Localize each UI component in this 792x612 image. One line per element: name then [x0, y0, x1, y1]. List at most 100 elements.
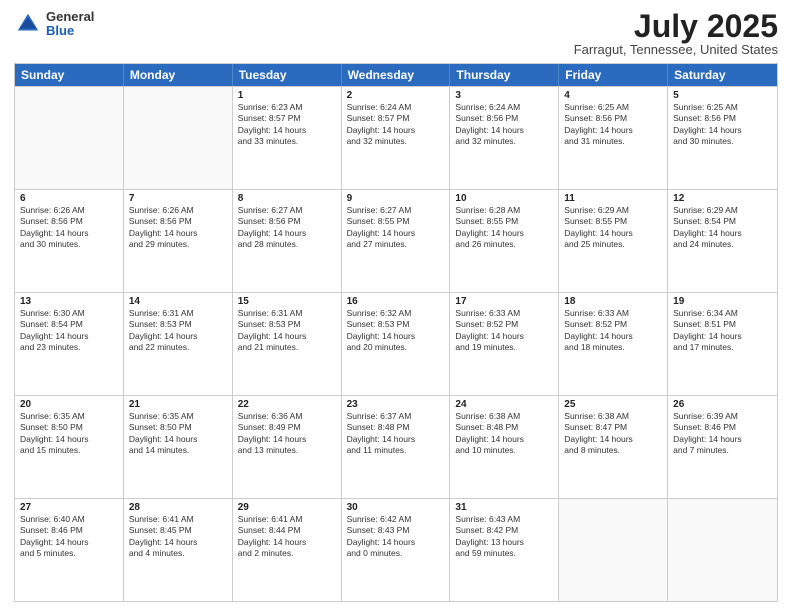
calendar-cell-day-28: 28Sunrise: 6:41 AMSunset: 8:45 PMDayligh… [124, 499, 233, 601]
day-number: 1 [238, 90, 336, 101]
cell-line: Sunset: 8:57 PM [238, 113, 336, 124]
cell-line: and 11 minutes. [347, 445, 445, 456]
calendar-row-4: 27Sunrise: 6:40 AMSunset: 8:46 PMDayligh… [15, 498, 777, 601]
cell-line: Sunset: 8:50 PM [129, 422, 227, 433]
calendar-cell-day-30: 30Sunrise: 6:42 AMSunset: 8:43 PMDayligh… [342, 499, 451, 601]
cell-line: Sunrise: 6:41 AM [129, 514, 227, 525]
calendar-cell-day-2: 2Sunrise: 6:24 AMSunset: 8:57 PMDaylight… [342, 87, 451, 189]
calendar-cell-day-27: 27Sunrise: 6:40 AMSunset: 8:46 PMDayligh… [15, 499, 124, 601]
calendar-cell-day-17: 17Sunrise: 6:33 AMSunset: 8:52 PMDayligh… [450, 293, 559, 395]
cell-line: Sunrise: 6:32 AM [347, 308, 445, 319]
day-number: 25 [564, 399, 662, 410]
cell-line: and 0 minutes. [347, 548, 445, 559]
calendar-cell-day-16: 16Sunrise: 6:32 AMSunset: 8:53 PMDayligh… [342, 293, 451, 395]
day-number: 19 [673, 296, 772, 307]
cell-line: Sunrise: 6:29 AM [673, 205, 772, 216]
cell-line: Sunset: 8:51 PM [673, 319, 772, 330]
cell-line: Daylight: 14 hours [673, 434, 772, 445]
cell-line: and 5 minutes. [20, 548, 118, 559]
cell-line: Sunset: 8:48 PM [347, 422, 445, 433]
cell-line: Sunset: 8:46 PM [673, 422, 772, 433]
cell-line: and 30 minutes. [20, 239, 118, 250]
calendar-cell-day-8: 8Sunrise: 6:27 AMSunset: 8:56 PMDaylight… [233, 190, 342, 292]
cell-line: Sunset: 8:56 PM [564, 113, 662, 124]
cell-line: Sunrise: 6:30 AM [20, 308, 118, 319]
cell-line: Sunrise: 6:25 AM [673, 102, 772, 113]
header-day-saturday: Saturday [668, 64, 777, 86]
cell-line: Daylight: 14 hours [129, 434, 227, 445]
cell-line: Sunrise: 6:31 AM [238, 308, 336, 319]
cell-line: Sunset: 8:48 PM [455, 422, 553, 433]
day-number: 18 [564, 296, 662, 307]
cell-line: and 8 minutes. [564, 445, 662, 456]
header-day-monday: Monday [124, 64, 233, 86]
day-number: 16 [347, 296, 445, 307]
cell-line: Sunrise: 6:27 AM [238, 205, 336, 216]
calendar-row-1: 6Sunrise: 6:26 AMSunset: 8:56 PMDaylight… [15, 189, 777, 292]
day-number: 29 [238, 502, 336, 513]
header-day-tuesday: Tuesday [233, 64, 342, 86]
cell-line: Daylight: 14 hours [347, 228, 445, 239]
cell-line: and 13 minutes. [238, 445, 336, 456]
cell-line: and 26 minutes. [455, 239, 553, 250]
calendar-cell-day-15: 15Sunrise: 6:31 AMSunset: 8:53 PMDayligh… [233, 293, 342, 395]
logo-general-label: General [46, 10, 94, 24]
calendar-row-2: 13Sunrise: 6:30 AMSunset: 8:54 PMDayligh… [15, 292, 777, 395]
cell-line: Daylight: 14 hours [238, 434, 336, 445]
cell-line: Sunset: 8:47 PM [564, 422, 662, 433]
day-number: 7 [129, 193, 227, 204]
cell-line: Daylight: 14 hours [129, 228, 227, 239]
cell-line: Sunrise: 6:40 AM [20, 514, 118, 525]
cell-line: Sunrise: 6:27 AM [347, 205, 445, 216]
calendar-row-3: 20Sunrise: 6:35 AMSunset: 8:50 PMDayligh… [15, 395, 777, 498]
cell-line: Daylight: 14 hours [673, 125, 772, 136]
cell-line: Daylight: 14 hours [20, 228, 118, 239]
calendar-cell-day-20: 20Sunrise: 6:35 AMSunset: 8:50 PMDayligh… [15, 396, 124, 498]
calendar-cell-day-5: 5Sunrise: 6:25 AMSunset: 8:56 PMDaylight… [668, 87, 777, 189]
cell-line: Daylight: 14 hours [564, 331, 662, 342]
cell-line: Sunset: 8:56 PM [673, 113, 772, 124]
logo-text: General Blue [46, 10, 94, 39]
calendar-cell-day-23: 23Sunrise: 6:37 AMSunset: 8:48 PMDayligh… [342, 396, 451, 498]
cell-line: Sunrise: 6:26 AM [20, 205, 118, 216]
calendar-cell-day-14: 14Sunrise: 6:31 AMSunset: 8:53 PMDayligh… [124, 293, 233, 395]
cell-line: and 2 minutes. [238, 548, 336, 559]
title-area: July 2025 Farragut, Tennessee, United St… [574, 10, 778, 57]
cell-line: Sunrise: 6:36 AM [238, 411, 336, 422]
calendar-cell-empty-4-6 [668, 499, 777, 601]
cell-line: Sunrise: 6:28 AM [455, 205, 553, 216]
day-number: 2 [347, 90, 445, 101]
cell-line: Sunrise: 6:26 AM [129, 205, 227, 216]
calendar-cell-day-29: 29Sunrise: 6:41 AMSunset: 8:44 PMDayligh… [233, 499, 342, 601]
cell-line: and 32 minutes. [455, 136, 553, 147]
cell-line: Sunset: 8:56 PM [238, 216, 336, 227]
calendar-cell-day-11: 11Sunrise: 6:29 AMSunset: 8:55 PMDayligh… [559, 190, 668, 292]
calendar-cell-day-10: 10Sunrise: 6:28 AMSunset: 8:55 PMDayligh… [450, 190, 559, 292]
cell-line: and 7 minutes. [673, 445, 772, 456]
cell-line: Sunrise: 6:38 AM [564, 411, 662, 422]
header: General Blue July 2025 Farragut, Tenness… [14, 10, 778, 57]
cell-line: Daylight: 14 hours [238, 228, 336, 239]
calendar-cell-day-21: 21Sunrise: 6:35 AMSunset: 8:50 PMDayligh… [124, 396, 233, 498]
cell-line: Sunset: 8:42 PM [455, 525, 553, 536]
cell-line: Sunset: 8:53 PM [238, 319, 336, 330]
cell-line: Sunrise: 6:24 AM [455, 102, 553, 113]
cell-line: Sunrise: 6:34 AM [673, 308, 772, 319]
calendar-cell-day-18: 18Sunrise: 6:33 AMSunset: 8:52 PMDayligh… [559, 293, 668, 395]
cell-line: and 25 minutes. [564, 239, 662, 250]
calendar-row-0: 1Sunrise: 6:23 AMSunset: 8:57 PMDaylight… [15, 86, 777, 189]
cell-line: Daylight: 14 hours [455, 434, 553, 445]
cell-line: Sunset: 8:45 PM [129, 525, 227, 536]
calendar-cell-day-4: 4Sunrise: 6:25 AMSunset: 8:56 PMDaylight… [559, 87, 668, 189]
calendar-header: SundayMondayTuesdayWednesdayThursdayFrid… [15, 64, 777, 86]
cell-line: Sunrise: 6:35 AM [129, 411, 227, 422]
cell-line: Sunrise: 6:43 AM [455, 514, 553, 525]
header-day-sunday: Sunday [15, 64, 124, 86]
cell-line: Sunrise: 6:38 AM [455, 411, 553, 422]
day-number: 28 [129, 502, 227, 513]
cell-line: Sunset: 8:52 PM [564, 319, 662, 330]
day-number: 23 [347, 399, 445, 410]
cell-line: Daylight: 14 hours [238, 537, 336, 548]
day-number: 30 [347, 502, 445, 513]
cell-line: and 59 minutes. [455, 548, 553, 559]
